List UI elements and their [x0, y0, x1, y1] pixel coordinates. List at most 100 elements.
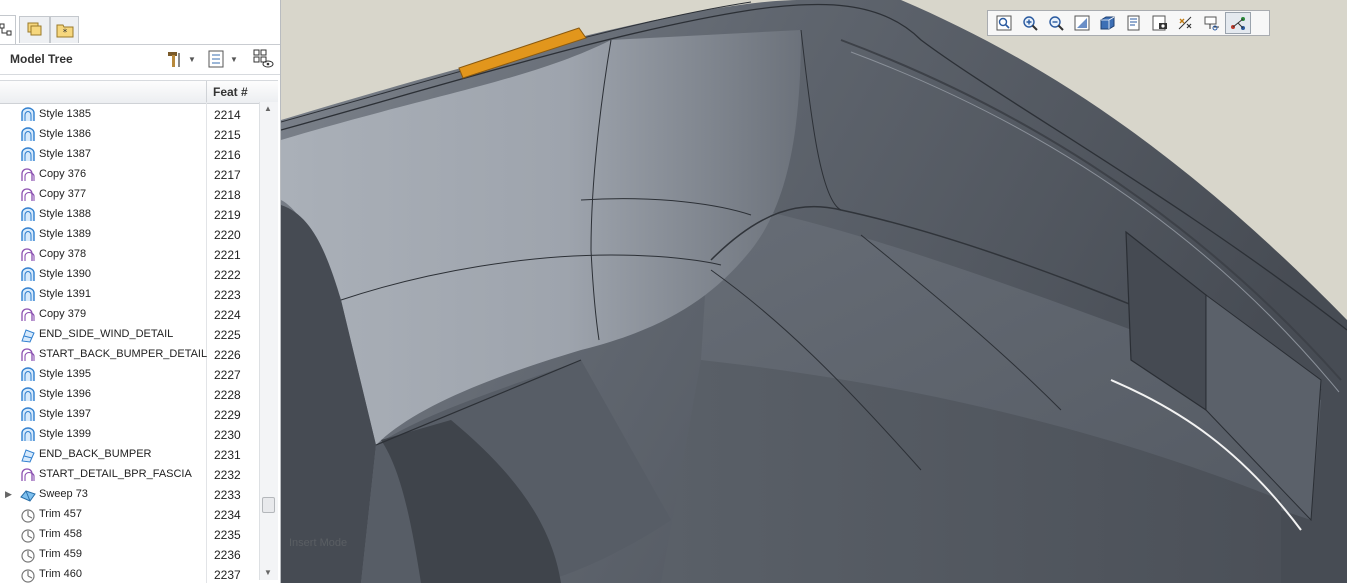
- tree-row-label: Style 1399: [39, 428, 91, 440]
- mode-status-text: Insert Mode: [289, 537, 348, 549]
- trim-icon: [20, 527, 36, 543]
- tree-row-label: Style 1386: [39, 128, 91, 140]
- tree-row[interactable]: Style 1390 2222: [0, 265, 258, 285]
- tree-row-label: Style 1387: [39, 148, 91, 160]
- tree-column-header: Feat #: [0, 80, 278, 104]
- model-tree-list: Style 1385 2214 Style 1386 2215 Style 1387 22…: [0, 105, 258, 583]
- tree-scrollbar[interactable]: ▲ ▼: [259, 102, 278, 580]
- tree-row-feat-number: 2223: [214, 288, 241, 302]
- tree-row[interactable]: Copy 376 2217: [0, 165, 258, 185]
- tree-row[interactable]: START_DETAIL_BPR_FASCIA 2232: [0, 465, 258, 485]
- tree-row-label: Style 1397: [39, 408, 91, 420]
- tree-row-label: Trim 457: [39, 508, 82, 520]
- layers-tab[interactable]: [19, 16, 50, 43]
- tree-row-label: Trim 459: [39, 548, 82, 560]
- annotation-display-icon[interactable]: [1199, 12, 1225, 34]
- copy-icon: [20, 247, 36, 263]
- trim-icon: [20, 567, 36, 583]
- tree-row[interactable]: Trim 459 2236: [0, 545, 258, 565]
- tree-row[interactable]: START_BACK_BUMPER_DETAIL 2226: [0, 345, 258, 365]
- tree-row-label: Trim 460: [39, 568, 82, 580]
- tree-row-feat-number: 2215: [214, 128, 241, 142]
- scroll-up-icon[interactable]: ▲: [264, 104, 272, 113]
- tree-row[interactable]: Trim 458 2235: [0, 525, 258, 545]
- tree-row-feat-number: 2225: [214, 328, 241, 342]
- tree-row[interactable]: Copy 378 2221: [0, 245, 258, 265]
- model-tree-header: Model Tree ▼ ▼: [0, 45, 280, 75]
- tree-row-label: Style 1395: [39, 368, 91, 380]
- style-icon: [20, 387, 36, 403]
- tree-row-label: Copy 376: [39, 168, 87, 180]
- tree-row[interactable]: Trim 457 2234: [0, 505, 258, 525]
- refit-icon[interactable]: [991, 12, 1017, 34]
- tree-row-label: Copy 378: [39, 248, 87, 260]
- tree-row[interactable]: Style 1385 2214: [0, 105, 258, 125]
- layers-icon: [27, 22, 41, 36]
- expand-arrow-icon[interactable]: ▶: [5, 489, 12, 500]
- display-style-icon[interactable]: [1095, 12, 1121, 34]
- repaint-icon[interactable]: [1069, 12, 1095, 34]
- tree-row-feat-number: 2219: [214, 208, 241, 222]
- tree-row-feat-number: 2227: [214, 368, 241, 382]
- tree-row[interactable]: Copy 377 2218: [0, 185, 258, 205]
- tree-row[interactable]: Style 1387 2216: [0, 145, 258, 165]
- spin-center-icon[interactable]: [1225, 12, 1251, 34]
- tree-row[interactable]: Copy 379 2224: [0, 305, 258, 325]
- tree-row[interactable]: Style 1397 2229: [0, 405, 258, 425]
- tree-row-label: Copy 377: [39, 188, 87, 200]
- tree-row[interactable]: Style 1399 2230: [0, 425, 258, 445]
- scroll-down-icon[interactable]: ▼: [264, 568, 272, 577]
- style-icon: [20, 227, 36, 243]
- trim-icon: [20, 507, 36, 523]
- tree-row[interactable]: Style 1389 2220: [0, 225, 258, 245]
- tree-row-label: Copy 379: [39, 308, 87, 320]
- favorites-tab[interactable]: *: [50, 16, 79, 43]
- copy-icon: [20, 307, 36, 323]
- tree-row-label: END_SIDE_WIND_DETAIL: [39, 328, 174, 340]
- tree-row[interactable]: Trim 460 2237: [0, 565, 258, 583]
- tree-row-feat-number: 2228: [214, 388, 241, 402]
- sweep-icon: [20, 487, 36, 503]
- model-tree-tab[interactable]: [0, 15, 16, 44]
- tree-row-feat-number: 2235: [214, 528, 241, 542]
- style-icon: [20, 267, 36, 283]
- scrollbar-thumb[interactable]: [262, 497, 275, 513]
- tree-row[interactable]: Style 1395 2227: [0, 365, 258, 385]
- tree-row-feat-number: 2233: [214, 488, 241, 502]
- zoom-in-icon[interactable]: [1017, 12, 1043, 34]
- tree-row[interactable]: ▶ Sweep 73 2233: [0, 485, 258, 505]
- tree-row[interactable]: Style 1391 2223: [0, 285, 258, 305]
- saved-views-icon[interactable]: [1121, 12, 1147, 34]
- show-menu-button[interactable]: ▼: [208, 49, 238, 69]
- tree-row-feat-number: 2236: [214, 548, 241, 562]
- tree-row[interactable]: END_SIDE_WIND_DETAIL 2225: [0, 325, 258, 345]
- tree-row-feat-number: 2231: [214, 448, 241, 462]
- tree-row[interactable]: Style 1388 2219: [0, 205, 258, 225]
- style-icon: [20, 207, 36, 223]
- list-icon: [208, 50, 224, 68]
- graphics-toolbar: [987, 10, 1270, 36]
- tree-row[interactable]: Style 1396 2228: [0, 385, 258, 405]
- tree-row[interactable]: END_BACK_BUMPER 2231: [0, 445, 258, 465]
- copy-icon: [20, 167, 36, 183]
- datum-display-icon[interactable]: [1173, 12, 1199, 34]
- chevron-down-icon: ▼: [230, 54, 238, 64]
- trim-icon: [20, 547, 36, 563]
- tree-row-label: Style 1388: [39, 208, 91, 220]
- tree-filters-button[interactable]: [253, 49, 275, 69]
- tree-row-label: START_BACK_BUMPER_DETAIL: [39, 348, 208, 360]
- feat-column-header[interactable]: Feat #: [206, 81, 258, 103]
- tree-row-feat-number: 2216: [214, 148, 241, 162]
- cad-model-render[interactable]: [281, 0, 1347, 583]
- zoom-out-icon[interactable]: [1043, 12, 1069, 34]
- graphics-viewport[interactable]: Insert Mode: [281, 0, 1347, 583]
- end-marker-icon: [20, 327, 36, 343]
- tree-row-label: Sweep 73: [39, 488, 88, 500]
- tree-filter-icon: [253, 49, 274, 68]
- settings-menu-button[interactable]: ▼: [166, 49, 196, 69]
- tree-row-feat-number: 2218: [214, 188, 241, 202]
- tree-row[interactable]: Style 1386 2215: [0, 125, 258, 145]
- view-manager-icon[interactable]: [1147, 12, 1173, 34]
- style-icon: [20, 367, 36, 383]
- tree-row-label: Style 1396: [39, 388, 91, 400]
